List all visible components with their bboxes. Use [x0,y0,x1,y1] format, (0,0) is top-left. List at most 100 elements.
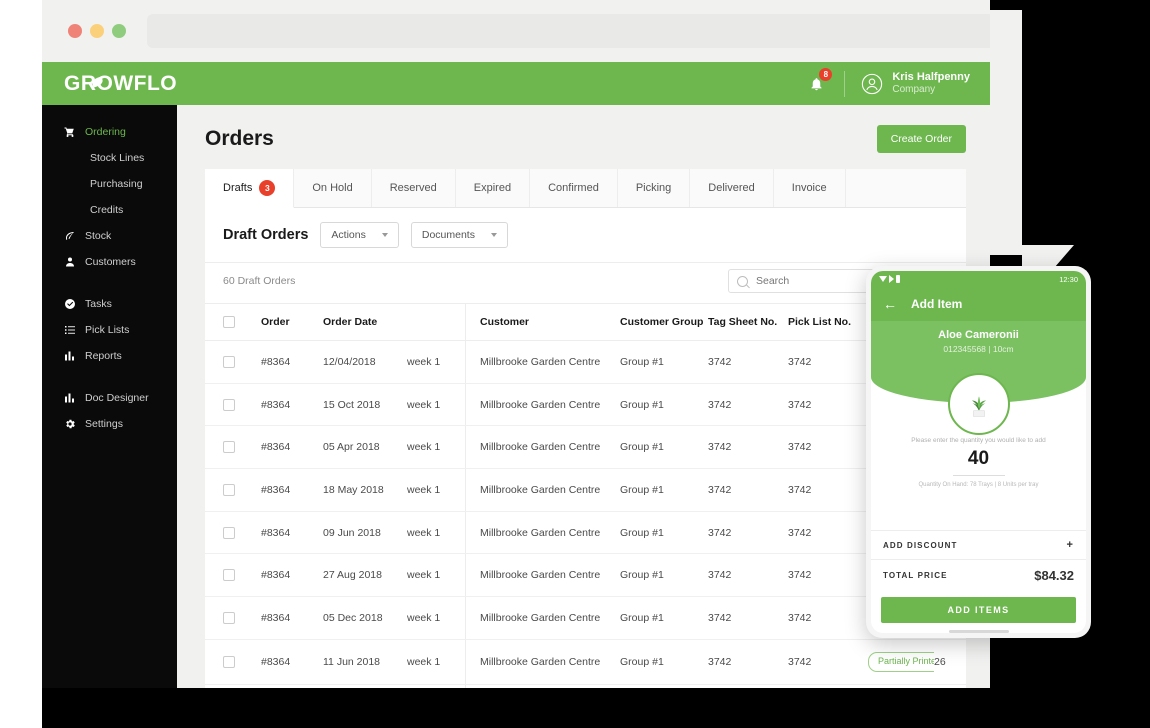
cell-customer: Millbrooke Garden Centre [465,553,620,598]
growflo-logo[interactable]: GROWFLO [42,72,177,96]
sidebar-item-purchasing[interactable]: Purchasing [42,171,177,197]
sidebar-item-customers[interactable]: Customers [42,249,177,275]
status-icons [879,275,900,283]
sidebar-item-ordering[interactable]: Ordering [42,119,177,145]
column-select-all[interactable] [205,303,261,341]
phone-status-bar: 12:30 [871,271,1086,287]
tab-label: Reserved [389,182,437,194]
cell-pick-list-no: 3742 [788,383,868,427]
sidebar-item-doc-designer[interactable]: Doc Designer [42,385,177,411]
sidebar-item-tasks[interactable]: Tasks [42,291,177,317]
sidebar-item-stock-lines[interactable]: Stock Lines [42,145,177,171]
tab-expired[interactable]: Expired [456,169,531,207]
add-items-button[interactable]: ADD ITEMS [881,597,1076,623]
table-row[interactable]: #8364 27 Aug 2018 week 1 Millbrooke Garden … [205,553,974,598]
tab-reserved[interactable]: Reserved [372,169,456,207]
quantity-value[interactable]: 40 [871,448,1086,470]
select-all-checkbox[interactable] [223,316,235,328]
sidebar-item-reports[interactable]: Reports [42,343,177,369]
table-row[interactable]: #8364 18 May 2018 week 1 Millbrooke Garden … [205,468,974,512]
orders-card: Drafts 3 On Hold Reserved Expired Confir… [205,169,974,688]
tab-picking[interactable]: Picking [618,169,691,207]
table-row[interactable]: #8364 12/04/2018 week 1 Millbrooke Garden C… [205,340,974,384]
row-select-cell[interactable] [205,553,261,598]
row-checkbox[interactable] [223,526,235,539]
column-order-date[interactable]: Order Date [323,303,407,341]
row-select-cell[interactable] [205,596,261,640]
cell-tag-sheet-no: 3742 [708,553,788,598]
quantity-stock-info: Quantity On Hand: 78 Trays | 8 Units per… [918,482,1039,488]
table-row[interactable]: #8364 05 Dec 2018 week 1 Millbrooke Garden … [205,596,974,640]
cell-order: #8364 [261,468,323,512]
sidebar-item-label: Stock [85,230,112,242]
column-order[interactable]: Order [261,303,323,341]
check-circle-icon [64,298,76,310]
row-checkbox[interactable] [223,483,235,496]
create-order-button[interactable]: Create Order [876,125,966,153]
sidebar-item-credits[interactable]: Credits [42,197,177,223]
row-checkbox[interactable] [223,355,235,368]
row-checkbox[interactable] [223,611,235,624]
actions-dropdown[interactable]: Actions [320,222,399,248]
cell-order-date: 12/04/2018 [323,340,407,384]
documents-dropdown[interactable]: Documents [410,222,508,248]
column-tag-sheet-no[interactable]: Tag Sheet No. [708,303,788,341]
row-select-cell[interactable] [205,639,261,685]
row-checkbox[interactable] [223,655,235,668]
window-minimize-button[interactable] [90,24,104,38]
row-select-cell[interactable] [205,425,261,470]
sidebar-item-settings[interactable]: Settings [42,411,177,437]
row-select-cell[interactable] [205,684,261,688]
cell-order: #8364 [261,684,323,688]
row-select-cell[interactable] [205,511,261,555]
sidebar-item-label: Stock Lines [90,152,145,164]
row-checkbox[interactable] [223,569,235,582]
sidebar-item-stock[interactable]: Stock [42,223,177,249]
row-select-cell[interactable] [205,340,261,384]
cell-order-date: 05 Dec 2018 [323,596,407,640]
browser-url-bar[interactable] [147,14,990,48]
tab-invoice[interactable]: Invoice [774,169,846,207]
table-row[interactable]: #8364 09 Jun 2018 week 1 Millbrooke Garden … [205,511,974,555]
cell-order: #8364 [261,639,323,685]
cell-week: week 1 [407,596,466,640]
cell-tag-sheet-no: 3742 [708,639,788,685]
column-pick-list-no[interactable]: Pick List No. [788,303,868,341]
sidebar-divider-2 [42,369,177,385]
row-checkbox[interactable] [223,398,235,411]
tab-drafts[interactable]: Drafts 3 [205,169,295,208]
sidebar-item-pick-lists[interactable]: Pick Lists [42,317,177,343]
sidebar-item-label: Tasks [85,298,112,310]
tab-label: Delivered [708,182,755,194]
table-row[interactable]: #8364 05 Apr 2018 week 1 Millbrooke Garden … [205,425,974,470]
cell-order: #8364 [261,425,323,470]
user-menu[interactable]: Kris Halfpenny Company [844,70,990,97]
item-name: Aloe Cameronii [938,329,1019,341]
tab-label: Expired [473,182,512,194]
plus-icon[interactable]: + [1066,539,1074,551]
wifi-icon [879,276,887,282]
table-row[interactable]: #8364 11 Jun 2018 week 1 Millbrooke Garden … [205,639,974,685]
cell-customer-group: Group #1 [620,553,708,598]
back-arrow-icon[interactable]: ← [883,297,897,311]
battery-icon [896,275,900,283]
row-checkbox[interactable] [223,441,235,454]
record-count: 60 Draft Orders [223,275,296,287]
quantity-hint: Please enter the quantity you would like… [911,437,1046,444]
notifications-button[interactable]: 8 [788,62,844,105]
window-maximize-button[interactable] [112,24,126,38]
browser-chrome [42,0,990,62]
window-close-button[interactable] [68,24,82,38]
sidebar-item-label: Settings [85,418,123,430]
tab-confirmed[interactable]: Confirmed [530,169,618,207]
table-row[interactable]: #8364 15 Oct 2018 week 1 Millbrooke Garden … [205,383,974,427]
column-customer[interactable]: Customer [465,303,620,341]
tab-delivered[interactable]: Delivered [690,169,774,207]
column-customer-group[interactable]: Customer Group [620,303,708,341]
row-select-cell[interactable] [205,468,261,512]
table-row[interactable]: #836401 May 2018week 1Millbrooke Garden … [205,684,974,688]
tab-on-hold[interactable]: On Hold [294,169,372,207]
row-select-cell[interactable] [205,383,261,427]
cell-tag-sheet-no: 3742 [708,425,788,470]
add-discount-row[interactable]: ADD DISCOUNT + [871,530,1086,559]
